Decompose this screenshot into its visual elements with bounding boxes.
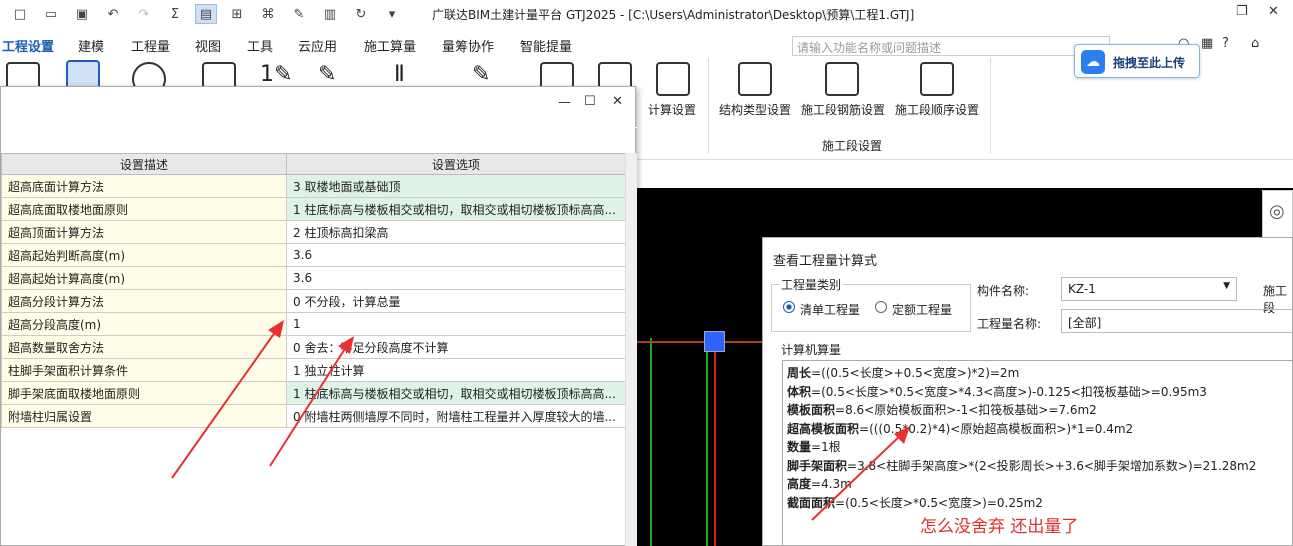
arrow-head	[268, 320, 284, 338]
arrow-line	[269, 343, 349, 467]
annotation-note: 怎么没舍弃 还出量了	[920, 517, 1079, 537]
arrow-head	[894, 426, 910, 444]
arrow-line	[171, 327, 279, 479]
arrow-head	[338, 336, 354, 354]
arrow-line	[811, 431, 905, 521]
annotation-arrows	[171, 320, 910, 521]
